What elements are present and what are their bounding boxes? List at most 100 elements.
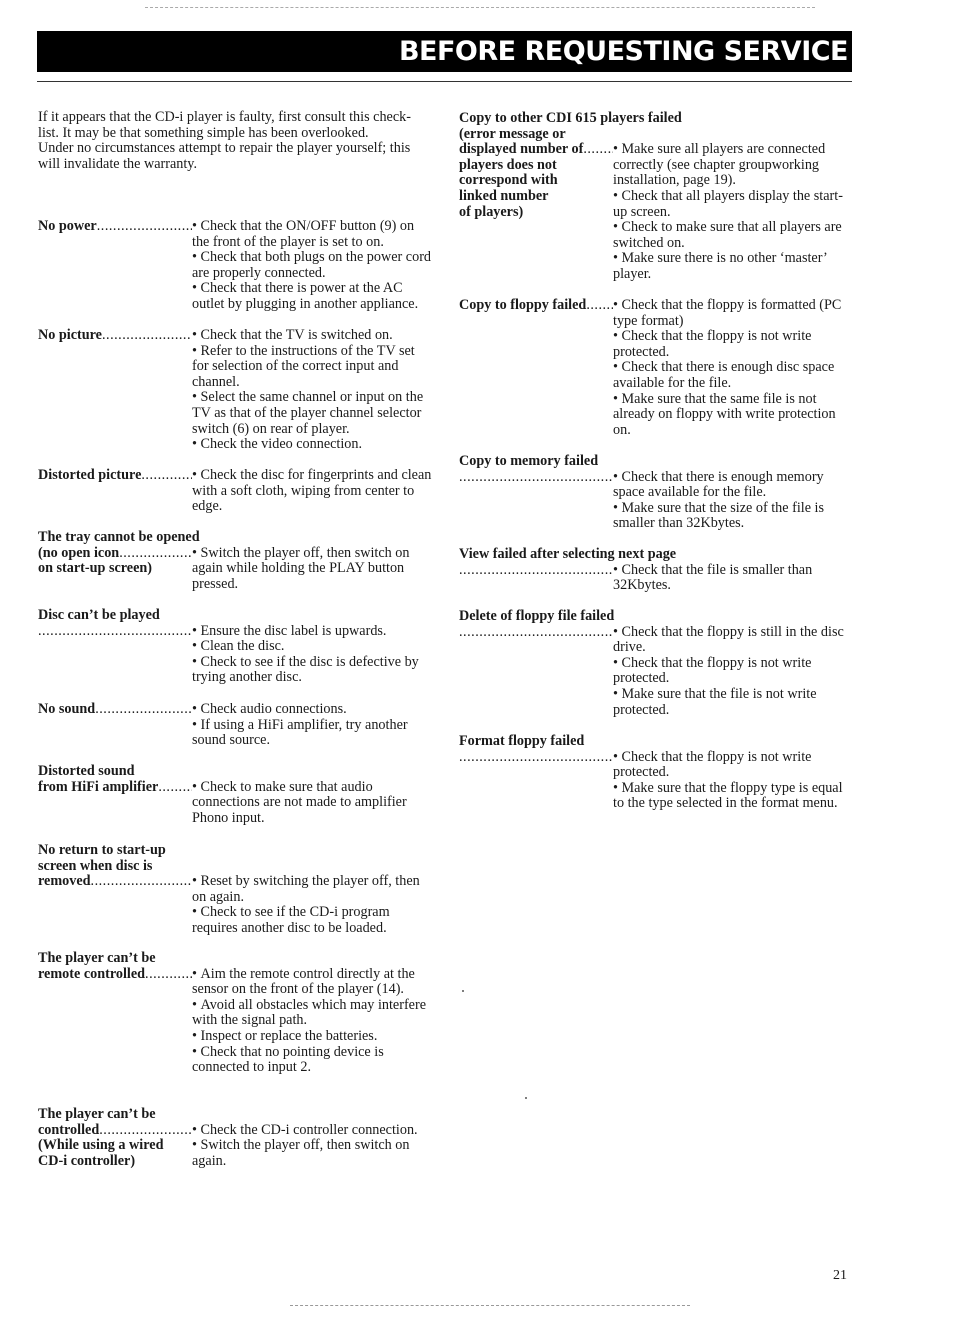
remedy-bullet: Check that the floppy is not write prote… (613, 655, 848, 687)
problem-label-line: CD-i controller) (38, 1153, 136, 1169)
remedy-bullet: Check that all players display the start… (613, 188, 848, 220)
problem-label-line: Copy to memory failed (459, 453, 599, 469)
problem-label-line: The tray cannot be opened (38, 529, 200, 545)
remedy-bullet: Make sure that the floppy type is equal … (613, 780, 848, 812)
remedy-bullet: Make sure there is no other ‘master’ pla… (613, 250, 848, 282)
problem-label: No power................................… (38, 219, 192, 235)
dot-leader: ........................................… (141, 468, 192, 483)
dot-leader: ........................................… (101, 328, 192, 343)
remedy-list: Check that the file is smaller than 32Kb… (613, 562, 848, 594)
remedy-bullet: Check that the file is smaller than 32Kb… (613, 562, 848, 594)
remedy-bullet: Make sure that the size of the file is s… (613, 500, 848, 532)
remedy-bullet: Check to make sure that audio connection… (192, 779, 432, 827)
remedy-bullet: Clean the disc. (192, 639, 432, 655)
problem-label: Distorted picture.......................… (38, 468, 192, 484)
problem-label-line: of players) (459, 204, 524, 220)
dot-leader: ........................................… (459, 749, 613, 765)
problem-label-line: Format floppy failed (459, 733, 585, 749)
dot-leader: ........................................… (99, 1122, 192, 1138)
dot-leader: ........................................… (38, 623, 192, 639)
remedy-bullet: Check to see if the disc is defective by… (192, 654, 432, 686)
remedy-bullet: Check to see if the CD-i program require… (192, 905, 432, 936)
scan-artifact-bottom (290, 1305, 690, 1307)
dot-leader: ........................................… (145, 966, 192, 982)
remedy-list: Check that the floppy is not write prote… (613, 749, 848, 812)
remedy-bullet: Check that the floppy is still in the di… (613, 624, 848, 656)
problem-label-line: removed (38, 874, 91, 890)
remedy-bullet: Switch the player off, then switch on ag… (192, 1137, 432, 1169)
remedy-bullet: Check to make sure that all players are … (613, 219, 848, 251)
remedy-bullet: Reset by switching the player off, then … (192, 873, 432, 905)
dot-leader: ........................................… (459, 562, 613, 578)
problem-label: Disc can’t be played....................… (38, 607, 192, 639)
remedy-list: Check the CD-i controller connection.Swi… (192, 1122, 432, 1170)
dot-leader: ........................................… (119, 545, 192, 561)
remedy-bullet: Inspect or replace the batteries. (192, 1028, 432, 1045)
remedy-bullet: Check audio connections. (192, 701, 432, 718)
remedy-bullet: Check the disc for fingerprints and clea… (192, 467, 432, 515)
remedy-bullet: Select the same channel or input on the … (192, 390, 432, 437)
problem-label-line: Distorted picture (38, 468, 142, 483)
remedy-bullet: Check that there is enough disc space av… (613, 360, 848, 391)
problem-label: No sound................................… (38, 702, 192, 718)
remedy-bullet: Check that no pointing device is connect… (192, 1044, 432, 1076)
remedy-bullet: Check that there is power at the AC outl… (192, 281, 432, 312)
remedy-bullet: Check that the floppy is formatted (PC t… (613, 297, 848, 329)
dot-leader: ........................................… (158, 779, 192, 795)
problem-label-line: The player can’t be (38, 1107, 156, 1122)
remedy-bullet: Switch the player off, then switch on ag… (192, 545, 432, 593)
dot-leader: ........................................… (95, 702, 192, 717)
page-title: BEFORE REQUESTING SERVICE (398, 36, 849, 67)
dot-leader: ........................................… (96, 219, 192, 234)
problem-label-line: screen when disc is (38, 858, 153, 874)
remedy-bullet: If using a HiFi amplifier, try another s… (192, 717, 432, 749)
remedy-bullet: Check that both plugs on the power cord … (192, 249, 432, 281)
problem-label-line: (no open icon (38, 545, 120, 561)
remedy-bullet: Check that the floppy is not write prote… (613, 328, 848, 360)
scan-speck (462, 990, 464, 992)
dot-leader: ........................................… (586, 298, 613, 313)
dot-leader: ........................................… (583, 142, 613, 158)
remedy-bullet: Make sure all players are connected corr… (613, 141, 848, 189)
remedy-bullet: Check that the ON/OFF button (9) on the … (192, 218, 432, 250)
remedy-bullet: Refer to the instructions of the TV set … (192, 343, 432, 391)
problem-label-line: from HiFi amplifier (38, 779, 159, 795)
problem-label: Delete of floppy file failed............… (459, 608, 615, 640)
problem-label-line: remote controlled (38, 966, 146, 982)
remedy-bullet: Avoid all obstacles which may interfere … (192, 997, 432, 1029)
remedy-bullet: Check that the TV is switched on. (192, 327, 432, 344)
problem-label-line: Delete of floppy file failed (459, 608, 615, 624)
remedy-list: Check that there is enough memory space … (613, 469, 848, 532)
remedy-list: Check the disc for fingerprints and clea… (192, 467, 432, 515)
problem-label: No return to start-up screen when disc is… (38, 843, 192, 890)
problem-label-line: correspond with (459, 173, 558, 189)
problem-label: Format floppy failed....................… (459, 733, 613, 765)
problem-label-line: Copy to floppy failed (459, 298, 587, 313)
problem-label-line: Copy to other CDI 615 players failed (459, 110, 682, 126)
remedy-list: Check to make sure that audio connection… (192, 779, 432, 827)
remedy-list: Check that the ON/OFF button (9) on the … (192, 218, 432, 313)
intro-paragraph: Under no circumstances attempt to repair… (38, 140, 411, 172)
problem-label: The player can’t be controlled...........… (38, 1107, 192, 1169)
problem-label-line: displayed number of (459, 142, 584, 158)
scan-speck (525, 1097, 527, 1099)
problem-label: Copy to memory failed...................… (459, 453, 613, 485)
problem-label-line: No power (38, 219, 97, 234)
problem-label-line: on start-up screen) (38, 561, 153, 577)
problem-label-line: View failed after selecting next page (459, 546, 677, 562)
intro-paragraph: If it appears that the CD-i player is fa… (38, 109, 411, 141)
intro-text: If it appears that the CD-i player is fa… (38, 109, 428, 172)
problem-label-line: Distorted sound (38, 764, 135, 779)
remedy-bullet: Check that there is enough memory space … (613, 469, 848, 501)
remedy-bullet: Make sure that the same file is not alre… (613, 391, 848, 439)
remedy-list: Check audio connections.If using a HiFi … (192, 701, 432, 749)
dot-leader: ........................................… (459, 624, 613, 640)
remedy-bullet: Ensure the disc label is upwards. (192, 623, 432, 640)
problem-label: Copy to floppy failed...................… (459, 298, 613, 314)
problem-label-line: (While using a wired (38, 1138, 164, 1154)
dot-leader: ........................................… (90, 874, 192, 890)
page-number: 21 (833, 1268, 847, 1283)
remedy-list: Aim the remote control directly at the s… (192, 966, 432, 1076)
remedy-list: Switch the player off, then switch on ag… (192, 545, 432, 593)
remedy-bullet: Check the video connection. (192, 437, 432, 453)
